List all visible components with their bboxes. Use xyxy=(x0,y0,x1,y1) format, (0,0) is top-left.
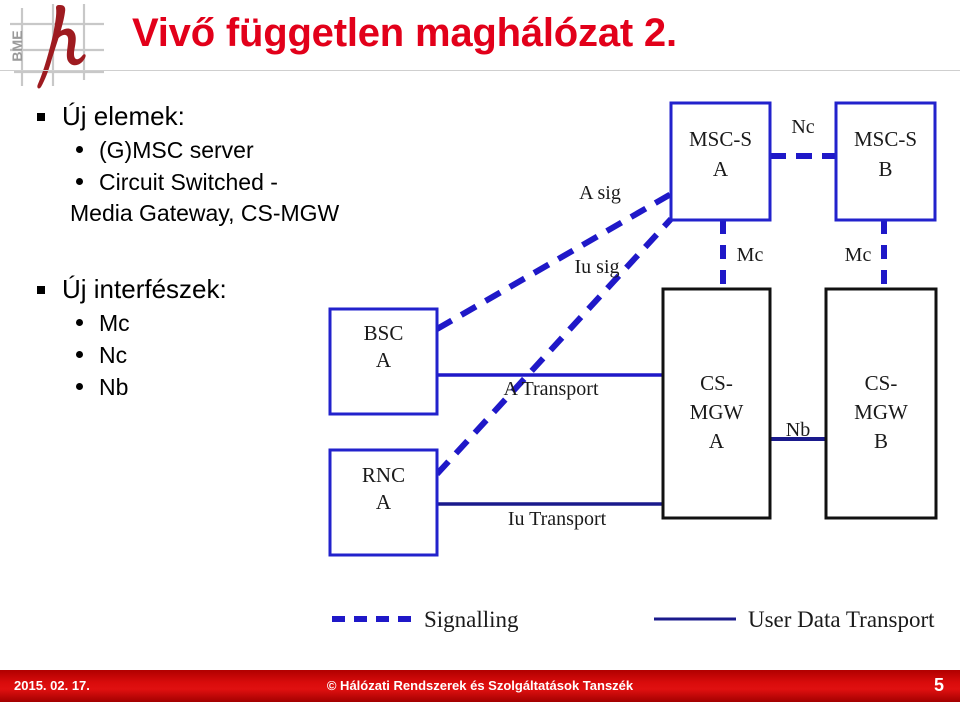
legend-label-signalling: Signalling xyxy=(424,607,519,632)
slide-footer: 2015. 02. 17. © Hálózati Rendszerek és S… xyxy=(0,670,960,702)
node-bsc-a-label-1: BSC xyxy=(364,321,404,345)
node-rnc-a-label-1: RNC xyxy=(362,463,405,487)
slide: BME Vivő független maghálózat 2. Új elem… xyxy=(0,0,960,702)
edge-label-iu-sig: Iu sig xyxy=(575,256,620,278)
node-cs-mgw-b-label-2: MGW xyxy=(854,400,908,424)
header-divider xyxy=(0,70,960,71)
slide-header: BME Vivő független maghálózat 2. xyxy=(0,0,960,89)
page-title: Vivő független maghálózat 2. xyxy=(132,11,677,55)
node-cs-mgw-a-label-3: A xyxy=(709,429,725,453)
legend: Signalling User Data Transport xyxy=(332,607,935,632)
node-cs-mgw-a-label-2: MGW xyxy=(690,400,744,424)
node-msc-s-a-label-2: A xyxy=(713,157,729,181)
node-msc-s-b-label-1: MSC-S xyxy=(854,127,917,151)
edge-label-nb: Nb xyxy=(786,419,810,441)
edge-label-a-transport: A Transport xyxy=(503,378,598,400)
node-cs-mgw-a-label-1: CS- xyxy=(700,371,733,395)
node-msc-s-a-label-1: MSC-S xyxy=(689,127,752,151)
node-cs-mgw-b-label-3: B xyxy=(874,429,888,453)
node-bsc-a-label-2: A xyxy=(376,348,392,372)
node-rnc-a-label-2: A xyxy=(376,490,392,514)
svg-text:BME: BME xyxy=(9,30,25,61)
network-diagram: MSC-S A MSC-S B BSC A RNC A CS- MGW A CS… xyxy=(0,84,960,654)
edge-label-iu-transport: Iu Transport xyxy=(508,508,607,530)
edge-label-mc-right: Mc xyxy=(845,244,872,266)
edge-label-mc-left: Mc xyxy=(737,244,764,266)
node-msc-s-b-label-2: B xyxy=(878,157,892,181)
legend-label-transport: User Data Transport xyxy=(748,607,935,632)
edge-label-a-sig: A sig xyxy=(579,182,621,204)
footer-copyright: © Hálózati Rendszerek és Szolgáltatások … xyxy=(326,678,634,693)
footer-page-number: 5 xyxy=(933,675,944,695)
edge-iu-sig xyxy=(434,216,674,477)
bme-logo-icon: BME xyxy=(8,2,112,90)
edge-label-nc: Nc xyxy=(791,116,814,138)
node-cs-mgw-b-label-1: CS- xyxy=(865,371,898,395)
